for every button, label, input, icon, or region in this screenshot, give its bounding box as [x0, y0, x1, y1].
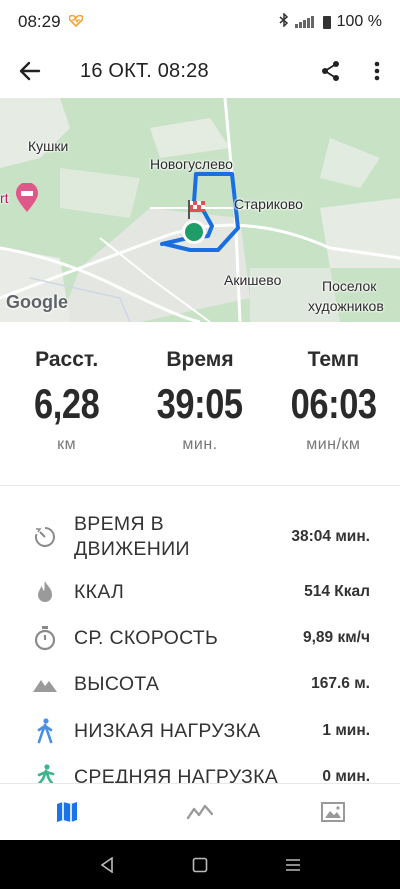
- finish-flag-icon: [188, 200, 205, 219]
- system-home-button[interactable]: [180, 845, 220, 885]
- battery-level: 100 %: [336, 13, 382, 30]
- route-map[interactable]: Кушки Новогуслево Стариково Акишево Посе…: [0, 98, 400, 322]
- stat-unit: км: [57, 436, 77, 453]
- heart-rate-icon: [68, 14, 84, 30]
- map-label-novogusl: Новогуслево: [150, 156, 233, 172]
- map-label-hudozhnikov: художников: [308, 298, 384, 314]
- google-logo: Google: [6, 292, 68, 312]
- map-label-kushki: Кушки: [28, 138, 69, 154]
- detail-label: НИЗКАЯ НАГРУЗКА: [74, 719, 261, 742]
- detail-label-line2: ДВИЖЕНИИ: [74, 538, 190, 560]
- detail-row-kcal: ККАЛ 514 Ккал: [0, 569, 400, 615]
- detail-row-low-load: НИЗКАЯ НАГРУЗКА 1 мин.: [0, 707, 400, 755]
- walking-icon: [30, 716, 60, 746]
- start-marker-icon: [182, 220, 206, 244]
- stat-value: 39:05: [156, 380, 244, 427]
- map-icon: [56, 802, 77, 822]
- divider: [0, 485, 400, 486]
- back-arrow-icon: [19, 61, 41, 81]
- detail-row-moving-time: ВРЕМЯ В ДВИЖЕНИИ 38:04 мин.: [0, 505, 400, 569]
- bluetooth-icon: [279, 11, 289, 32]
- tab-chart[interactable]: [133, 784, 266, 840]
- image-icon: [321, 802, 346, 822]
- stat-label: Время: [166, 348, 234, 371]
- status-icons: 100 %: [279, 11, 382, 32]
- timer-icon: [30, 623, 60, 653]
- detail-value: 38:04 мин.: [291, 528, 370, 545]
- stopwatch-icon: [30, 522, 60, 552]
- recents-icon: [286, 858, 301, 871]
- status-time: 08:29: [18, 12, 61, 31]
- stat-label: Расст.: [35, 348, 99, 371]
- detail-value: 1 мин.: [322, 722, 370, 739]
- battery-icon: [322, 15, 331, 29]
- back-button[interactable]: [0, 44, 60, 98]
- stat-pace: Темп 06:03 мин/км: [267, 340, 400, 470]
- stat-time: Время 39:05 мин.: [133, 340, 266, 470]
- mountain-icon: [30, 669, 60, 699]
- flame-icon: [30, 577, 60, 607]
- more-vert-icon: [374, 61, 380, 81]
- system-recents-button[interactable]: [273, 845, 313, 885]
- detail-row-altitude: ВЫСОТА 167.6 м.: [0, 661, 400, 707]
- stat-unit: мин/км: [306, 436, 361, 453]
- stat-value: 6,28: [33, 380, 100, 427]
- bottom-nav: [0, 783, 400, 840]
- signal-icon: [294, 16, 317, 28]
- square-home-icon: [192, 857, 208, 872]
- summary-stats: Расст. 6,28 км Время 39:05 мин. Темп 06:…: [0, 340, 400, 470]
- more-options-button[interactable]: [354, 44, 400, 98]
- tab-photos[interactable]: [267, 784, 400, 840]
- map-label-akishevo: Акишево: [224, 272, 282, 288]
- map-label-poselok: Поселок: [322, 278, 377, 294]
- stat-unit: мин.: [182, 436, 218, 453]
- detail-label: ВЫСОТА: [74, 672, 160, 695]
- system-nav-bar: [0, 840, 400, 889]
- detail-value: 167.6 м.: [311, 675, 370, 692]
- detail-label: ВРЕМЯ В ДВИЖЕНИИ: [74, 512, 190, 562]
- map-label-hotel: rt: [0, 190, 9, 206]
- detail-value: 9,89 км/ч: [302, 629, 370, 646]
- chart-line-icon: [186, 804, 213, 820]
- page-title: 16 ОКТ. 08:28: [80, 59, 209, 82]
- stat-value: 06:03: [290, 380, 377, 427]
- hotel-pin-icon: [16, 183, 38, 212]
- map-label-starikovo: Стариково: [234, 196, 303, 212]
- status-bar: 08:29 100 %: [0, 0, 400, 44]
- detail-label: СР. СКОРОСТЬ: [74, 626, 219, 649]
- system-back-button[interactable]: [87, 845, 127, 885]
- triangle-back-icon: [100, 856, 113, 873]
- stat-distance: Расст. 6,28 км: [0, 340, 133, 470]
- app-bar: 16 ОКТ. 08:28: [0, 44, 400, 98]
- details-list: ВРЕМЯ В ДВИЖЕНИИ 38:04 мин. ККАЛ 514 Кка…: [0, 505, 400, 799]
- tab-map[interactable]: [0, 784, 133, 840]
- detail-row-avg-speed: СР. СКОРОСТЬ 9,89 км/ч: [0, 615, 400, 661]
- stat-label: Темп: [307, 348, 360, 371]
- detail-value: 514 Ккал: [304, 583, 370, 600]
- detail-label-line1: ВРЕМЯ В: [74, 513, 164, 535]
- share-button[interactable]: [308, 44, 354, 98]
- share-icon: [322, 61, 339, 81]
- detail-label: ККАЛ: [74, 580, 125, 603]
